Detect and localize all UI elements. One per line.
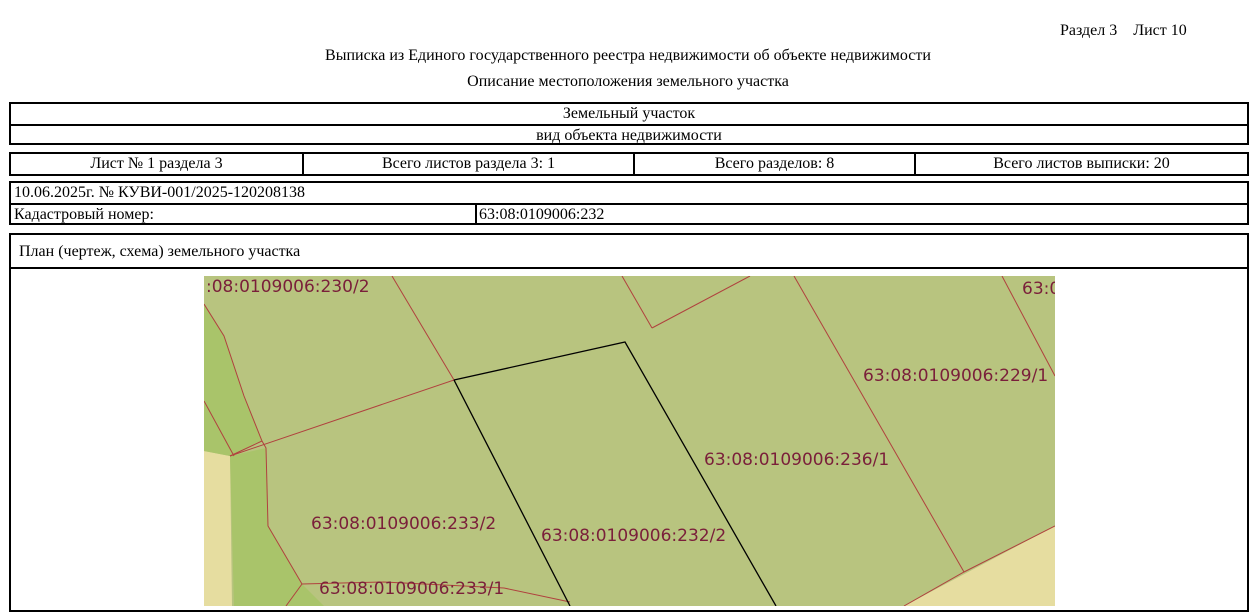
total-sections: Всего разделов: 8: [635, 154, 916, 174]
parcel-label-233-1: 63:08:0109006:233/1: [319, 579, 504, 599]
sand-area-left: [204, 451, 232, 606]
sheets-info-row: Лист № 1 раздела 3 Всего листов раздела …: [9, 152, 1249, 176]
sheet-number: Лист 10: [1133, 22, 1187, 39]
parcel-label-233-2: 63:08:0109006:233/2: [311, 514, 496, 534]
parcel-label-229-1: 63:08:0109006:229/1: [863, 366, 1048, 386]
cadastral-number-label: Кадастровый номер:: [11, 205, 477, 225]
parcel-label-236-1: 63:08:0109006:236/1: [704, 450, 889, 470]
extract-meta-table: 10.06.2025г. № КУВИ-001/2025-120208138 К…: [9, 181, 1249, 225]
cadastral-row: Кадастровый номер: 63:08:0109006:232: [11, 205, 1247, 225]
object-type-table: Земельный участок вид объекта недвижимос…: [9, 102, 1249, 145]
cadastral-number-value: 63:08:0109006:232: [479, 206, 605, 223]
parcel-label-232-2: 63:08:0109006:232/2: [541, 526, 726, 546]
sheet-of-section: Лист № 1 раздела 3: [11, 154, 304, 174]
document-subtitle: Описание местоположения земельного участ…: [467, 73, 789, 90]
total-sheets-extract: Всего листов выписки: 20: [993, 155, 1170, 172]
section-sheet-indicator: Раздел 3 Лист 10: [1060, 22, 1187, 40]
map-background: [204, 276, 1055, 606]
plan-heading: План (чертеж, схема) земельного участка: [9, 233, 1249, 269]
document-title: Выписка из Единого государственного реес…: [325, 47, 931, 64]
section-number: Раздел 3: [1060, 22, 1118, 39]
total-sheets-section: Всего листов раздела 3: 1: [304, 154, 635, 174]
parcel-plan-map: :08:0109006:230/2 63:0 63:08:0109006:229…: [204, 276, 1055, 606]
object-type-caption: вид объекта недвижимости: [536, 127, 722, 144]
object-type-value: Земельный участок: [11, 104, 1247, 126]
extract-date-number: 10.06.2025г. № КУВИ-001/2025-120208138: [11, 183, 1247, 205]
parcel-label-63: 63:0: [1022, 279, 1055, 299]
parcel-label-230-2: :08:0109006:230/2: [206, 277, 370, 297]
